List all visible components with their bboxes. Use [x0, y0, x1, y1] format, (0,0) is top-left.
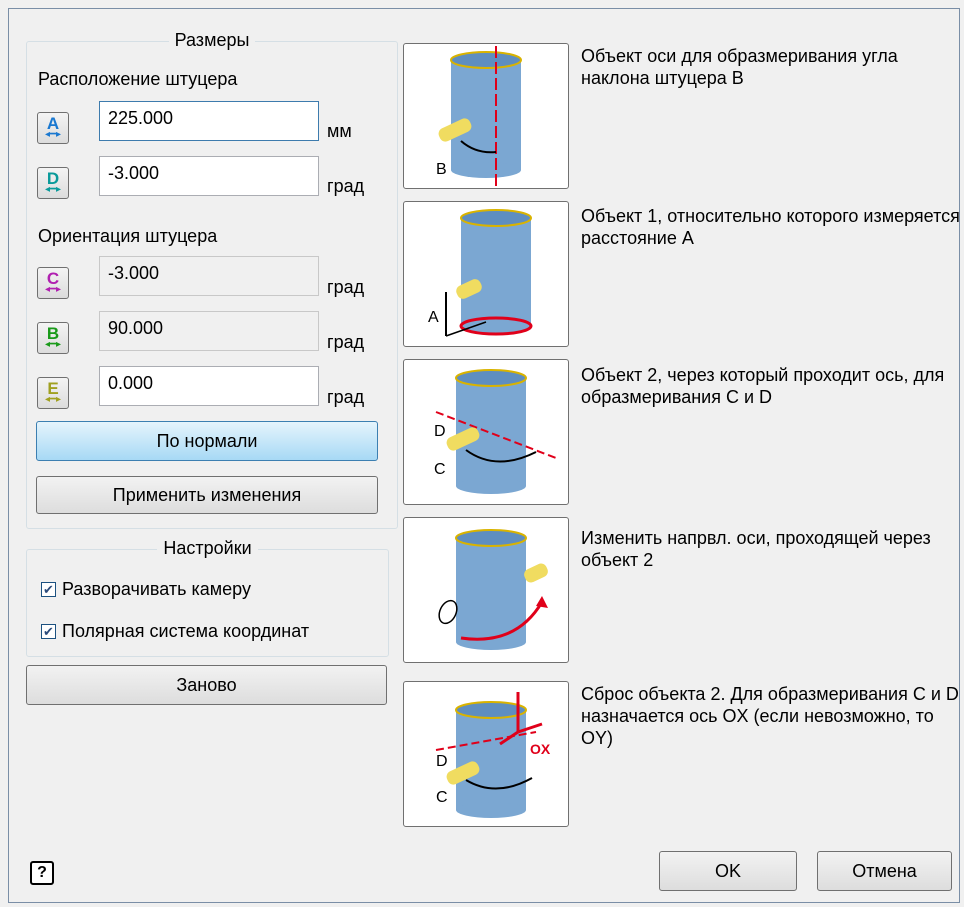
dim-b-button[interactable]: B ◂━▸ [37, 322, 69, 354]
dim-d-unit: град [327, 176, 365, 196]
description-reset-object-2: Сброс объекта 2. Для образмеривания C и … [581, 684, 959, 748]
object-2-button[interactable]: D C [403, 359, 569, 505]
ok-button[interactable]: OK [659, 851, 797, 891]
dim-d-input[interactable]: -3.000 [99, 156, 319, 196]
nozzle-orientation-label: Ориентация штуцера [38, 226, 218, 246]
cylinder-rotate-axis-icon [438, 529, 548, 650]
dim-c-unit: град [327, 277, 365, 297]
svg-text:D: D [434, 423, 446, 440]
checkmark-icon: ✔ [41, 582, 56, 597]
polar-coords-checkbox[interactable]: ✔ Полярная система координат [41, 621, 309, 642]
nozzle-dimension-dialog: Размеры Расположение штуцера A ◂━▸ 225.00… [8, 8, 960, 903]
dim-a-unit: мм [327, 121, 352, 141]
description-object-2: Объект 2, через который проходит ось, дл… [581, 365, 945, 407]
normal-button[interactable]: По нормали [36, 421, 378, 461]
apply-changes-button[interactable]: Применить изменения [36, 476, 378, 514]
dim-b-unit: град [327, 332, 365, 352]
svg-text:C: C [434, 461, 446, 478]
dim-e-input[interactable]: 0.000 [99, 366, 319, 406]
dimensions-title: Размеры [168, 30, 256, 50]
cylinder-distance-a-icon: A [428, 209, 533, 337]
cancel-button[interactable]: Отмена [817, 851, 952, 891]
description-object-1: Объект 1, относительно которого измеряет… [581, 206, 960, 248]
cylinder-axis-b-icon: B [436, 46, 522, 186]
reset-button[interactable]: Заново [26, 665, 387, 705]
help-button[interactable]: ? [30, 861, 54, 885]
svg-text:B: B [436, 161, 447, 178]
svg-text:D: D [436, 753, 448, 770]
checkmark-icon: ✔ [41, 624, 56, 639]
dim-c-input: -3.000 [99, 256, 319, 296]
description-change-axis: Изменить напрвл. оси, проходящей через о… [581, 528, 931, 570]
object-1-button[interactable]: A [403, 201, 569, 347]
rotate-camera-checkbox[interactable]: ✔ Разворачивать камеру [41, 579, 251, 600]
polar-coords-label: Полярная система координат [62, 621, 310, 641]
svg-text:OX: OX [530, 741, 551, 757]
axis-object-b-button[interactable]: B [403, 43, 569, 189]
svg-text:C: C [436, 789, 448, 806]
dim-e-unit: град [327, 387, 365, 407]
dim-a-button[interactable]: A ◂━▸ [37, 112, 69, 144]
change-axis-direction-button[interactable] [403, 517, 569, 663]
description-axis-object: Объект оси для образмеривания угла накло… [581, 46, 898, 88]
dim-c-button[interactable]: C ◂━▸ [37, 267, 69, 299]
cylinder-ox-axis-icon: OX D C [435, 692, 551, 818]
dim-e-button[interactable]: E ◂━▸ [37, 377, 69, 409]
dim-a-input[interactable]: 225.000 [99, 101, 319, 141]
svg-text:A: A [428, 309, 439, 326]
help-icon: ? [37, 864, 47, 881]
rotate-camera-label: Разворачивать камеру [62, 579, 251, 599]
reset-object-2-button[interactable]: OX D C [403, 681, 569, 827]
settings-title: Настройки [157, 538, 258, 558]
dim-b-input: 90.000 [99, 311, 319, 351]
cylinder-axis-cd-icon: D C [434, 369, 556, 494]
dim-d-button[interactable]: D ◂━▸ [37, 167, 69, 199]
nozzle-position-label: Расположение штуцера [38, 69, 238, 89]
